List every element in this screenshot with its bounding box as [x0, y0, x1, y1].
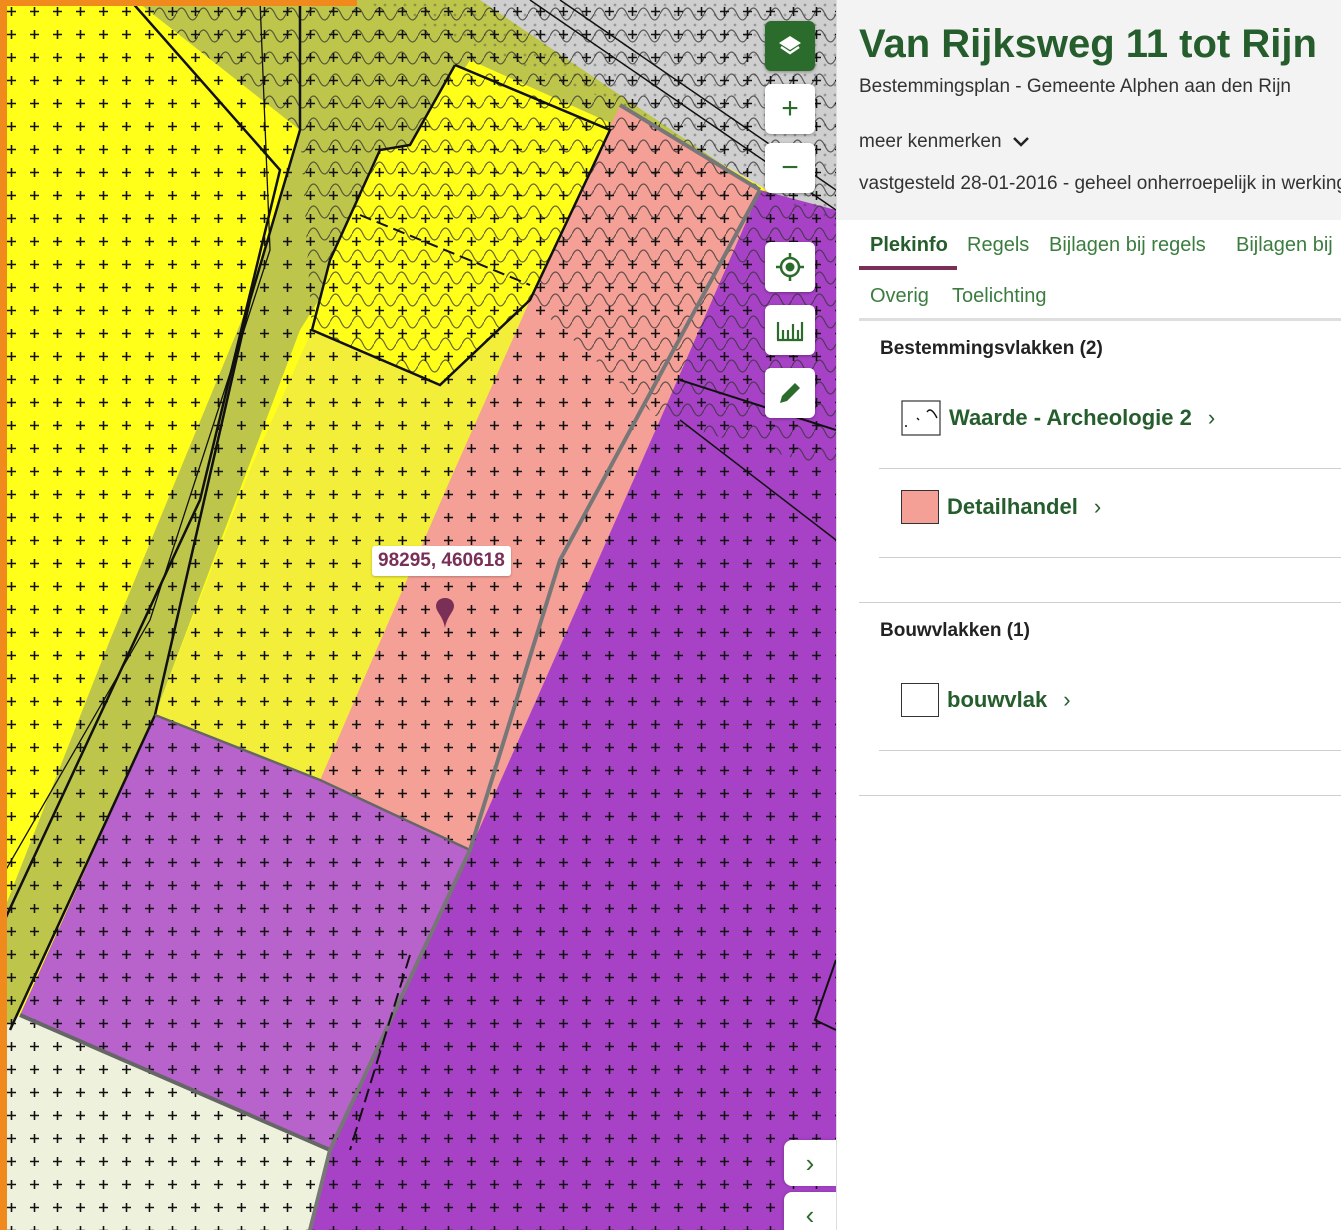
- tab-regels[interactable]: Regels: [967, 234, 1029, 257]
- map-canvas[interactable]: [0, 0, 836, 1230]
- pencil-icon: [780, 383, 800, 403]
- section-bouwvlakken: Bouwvlakken (1): [880, 620, 1030, 641]
- chevron-right-icon: ›: [805, 1147, 815, 1178]
- item-label: Waarde - Archeologie 2: [949, 405, 1192, 430]
- layers-button[interactable]: [765, 21, 815, 71]
- chevron-down-icon: [1012, 137, 1029, 147]
- item-label: Detailhandel: [947, 494, 1078, 519]
- tab-toelichting[interactable]: Toelichting: [952, 285, 1047, 308]
- divider: [879, 750, 1341, 751]
- active-tab-indicator: [859, 266, 957, 270]
- plan-status: vastgesteld 28-01-2016 - geheel onherroe…: [859, 173, 1341, 194]
- divider: [879, 468, 1341, 469]
- tab-overig[interactable]: Overig: [870, 285, 929, 308]
- map-frame-top: [0, 0, 357, 6]
- layers-icon: [779, 36, 801, 55]
- tab-bijlagen-bij-regels[interactable]: Bijlagen bij regels: [1049, 234, 1206, 257]
- chevron-right-icon: ›: [1207, 405, 1216, 430]
- expand-panel-button[interactable]: ›: [784, 1140, 836, 1186]
- zoom-out-button[interactable]: −: [765, 143, 815, 193]
- plan-subtitle: Bestemmingsplan - Gemeente Alphen aan de…: [859, 76, 1291, 97]
- locate-button[interactable]: [765, 242, 815, 292]
- locate-icon: [776, 253, 804, 281]
- item-label: bouwvlak: [947, 687, 1048, 712]
- measure-button[interactable]: [765, 305, 815, 355]
- legend-swatch-archeologie: [901, 400, 941, 436]
- tab-bijlagen-bij[interactable]: Bijlagen bij: [1236, 234, 1333, 257]
- draw-button[interactable]: [765, 368, 815, 418]
- collapse-panel-button[interactable]: ‹: [784, 1192, 836, 1230]
- tabs-divider: [859, 318, 1341, 321]
- legend-swatch-detailhandel: [901, 490, 939, 524]
- more-features-label: meer kenmerken: [859, 131, 1002, 152]
- info-panel: Van Rijksweg 11 tot Rijn Bestemmingsplan…: [836, 0, 1341, 1230]
- chevron-left-icon: ‹: [805, 1199, 815, 1230]
- chevron-right-icon: ›: [1093, 494, 1102, 519]
- coordinate-label: 98295, 460618: [372, 546, 511, 576]
- section-divider: [859, 602, 1341, 603]
- more-features-toggle[interactable]: meer kenmerken: [859, 131, 1030, 153]
- chevron-right-icon: ›: [1063, 687, 1071, 712]
- plan-title: Van Rijksweg 11 tot Rijn: [859, 22, 1317, 66]
- map-view[interactable]: + − 98295, 460618 › ‹: [0, 0, 836, 1230]
- section-bestemmingsvlakken: Bestemmingsvlakken (2): [880, 338, 1103, 359]
- section-divider: [859, 795, 1341, 796]
- legend-swatch-bouwvlak: [901, 683, 939, 717]
- list-item-waarde-archeologie[interactable]: Waarde - Archeologie 2 ›: [901, 400, 1215, 436]
- zoom-in-button[interactable]: +: [765, 84, 815, 134]
- list-item-detailhandel[interactable]: Detailhandel ›: [901, 490, 1101, 524]
- panel-header: Van Rijksweg 11 tot Rijn Bestemmingsplan…: [837, 0, 1341, 220]
- measure-icon: [776, 322, 804, 342]
- list-item-bouwvlak[interactable]: bouwvlak ›: [901, 683, 1071, 717]
- divider: [879, 557, 1341, 558]
- plus-icon: +: [781, 92, 799, 125]
- location-pin-icon: [436, 598, 454, 628]
- map-frame-left: [0, 0, 7, 1230]
- tab-plekinfo[interactable]: Plekinfo: [870, 234, 948, 257]
- minus-icon: −: [781, 151, 799, 184]
